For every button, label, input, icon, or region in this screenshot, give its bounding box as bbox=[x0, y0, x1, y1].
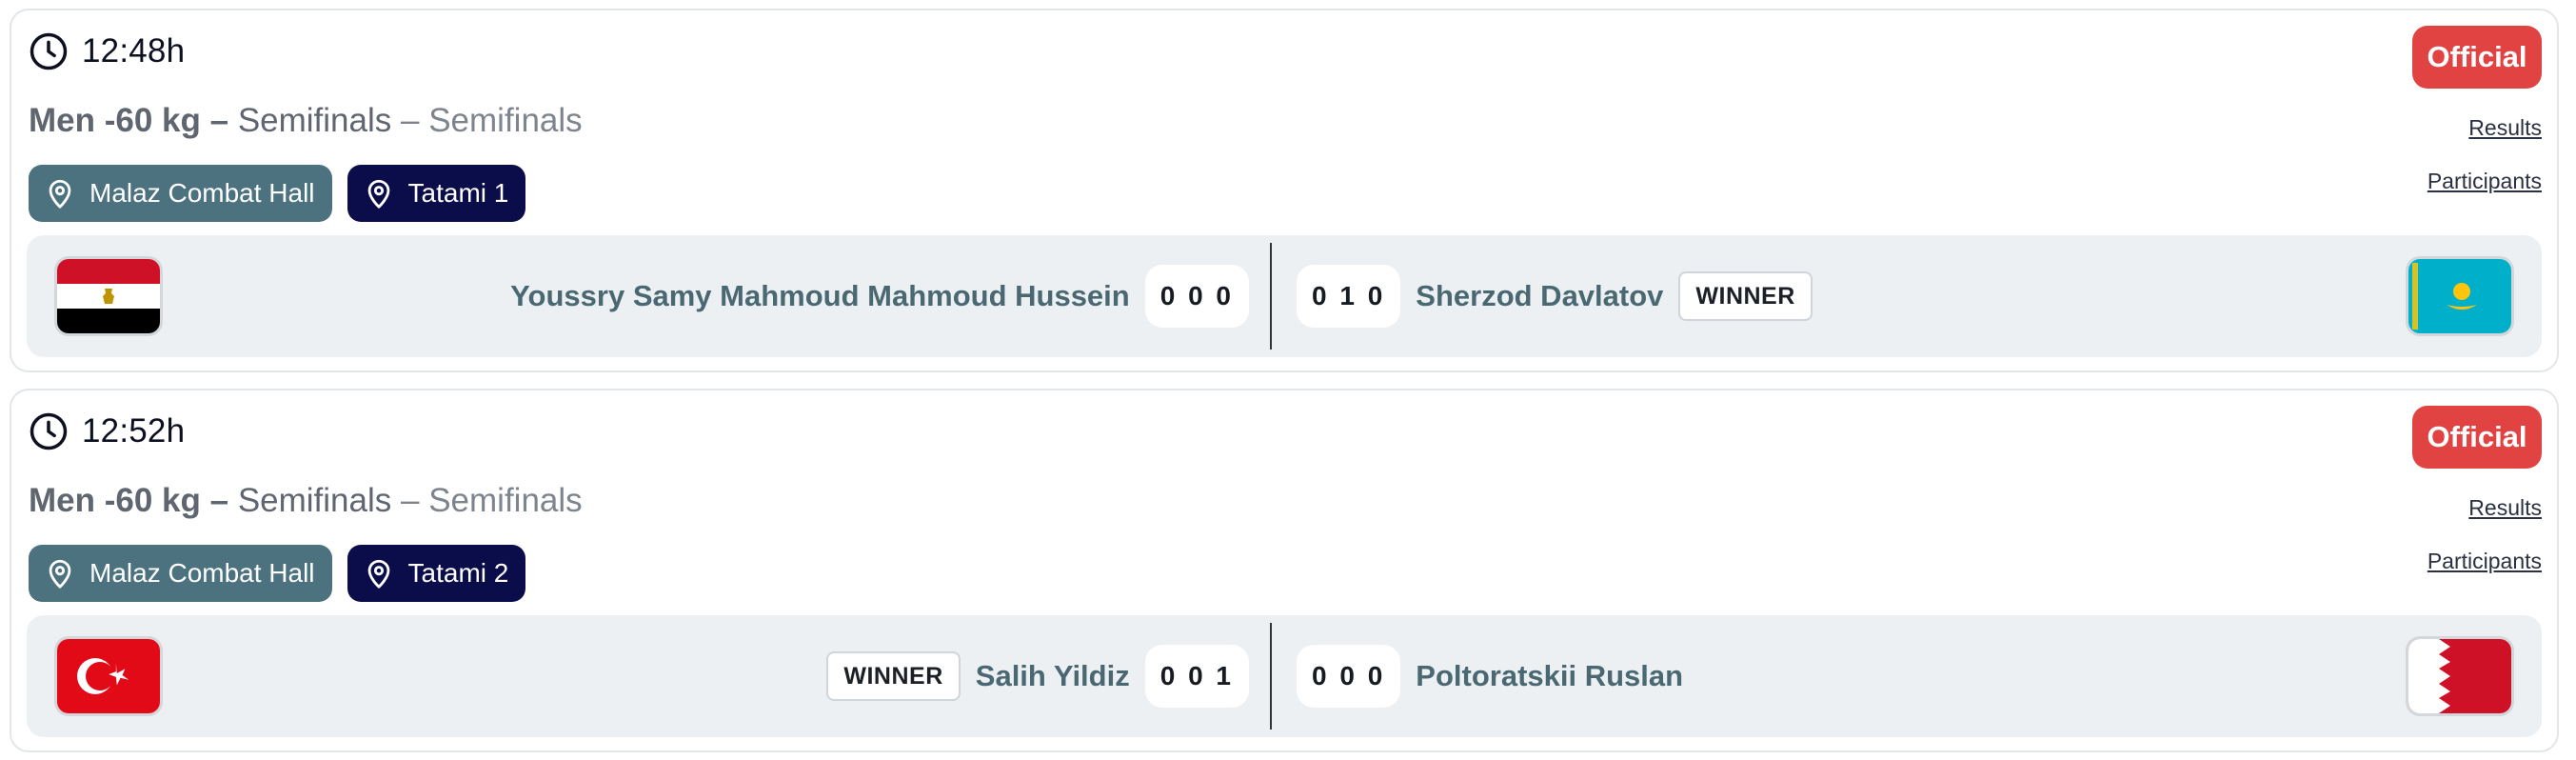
winner-badge: WINNER bbox=[1678, 271, 1813, 321]
fighter-name: Poltoratskii Ruslan bbox=[1416, 659, 1684, 692]
location-pin-icon bbox=[49, 559, 71, 589]
match-round: Semifinals bbox=[237, 102, 392, 139]
results-link[interactable]: Results bbox=[2468, 495, 2542, 521]
match-separator: – bbox=[401, 102, 420, 139]
match-bar: WINNER Salih Yildiz 0 0 1 0 0 0 Poltorat… bbox=[27, 615, 2542, 737]
tatami-label: Tatami 2 bbox=[407, 558, 509, 588]
location-pin-icon bbox=[49, 179, 71, 209]
status-badge: Official bbox=[2412, 406, 2542, 469]
venue-tag: Malaz Combat Hall bbox=[29, 545, 332, 602]
match-time-row: 12:52h bbox=[29, 411, 185, 451]
match-bar: Youssry Samy Mahmoud Mahmoud Hussein 0 0… bbox=[27, 235, 2542, 357]
fighter-score: 0 1 0 bbox=[1297, 265, 1401, 328]
venue-label: Malaz Combat Hall bbox=[89, 558, 315, 588]
fighter-left: Youssry Samy Mahmoud Mahmoud Hussein 0 0… bbox=[510, 235, 1249, 357]
participants-link[interactable]: Participants bbox=[2427, 169, 2542, 194]
kazakhstan-flag-icon bbox=[2408, 259, 2511, 333]
location-pin-icon bbox=[367, 179, 389, 209]
fighter-name: Sherzod Davlatov bbox=[1416, 279, 1664, 312]
match-subtitle: Men -60 kg – Semifinals – Semifinals bbox=[29, 482, 583, 520]
fighter-right: 0 0 0 Poltoratskii Ruslan bbox=[1297, 615, 1683, 737]
egypt-flag-icon bbox=[57, 259, 160, 333]
weight-category: Men -60 kg – bbox=[29, 482, 229, 519]
match-time: 12:52h bbox=[82, 412, 186, 450]
clock-icon bbox=[30, 412, 68, 450]
match-card: 12:48h Men -60 kg – Semifinals – Semifin… bbox=[10, 9, 2559, 372]
venue-label: Malaz Combat Hall bbox=[89, 178, 315, 208]
venue-tag: Malaz Combat Hall bbox=[29, 165, 332, 222]
status-badge: Official bbox=[2412, 26, 2542, 89]
fighter-left: WINNER Salih Yildiz 0 0 1 bbox=[826, 615, 1249, 737]
winner-badge: WINNER bbox=[826, 651, 961, 701]
bahrain-flag-icon bbox=[2408, 639, 2511, 713]
location-tags: Malaz Combat Hall Tatami 1 bbox=[29, 165, 526, 222]
match-time-row: 12:48h bbox=[29, 31, 185, 71]
match-divider bbox=[1270, 243, 1272, 350]
weight-category: Men -60 kg – bbox=[29, 102, 229, 139]
fighter-name: Youssry Samy Mahmoud Mahmoud Hussein bbox=[510, 279, 1130, 312]
tatami-tag: Tatami 2 bbox=[347, 545, 526, 602]
match-card: 12:52h Men -60 kg – Semifinals – Semifin… bbox=[10, 389, 2559, 752]
tatami-label: Tatami 1 bbox=[407, 178, 509, 208]
fighter-score: 0 0 0 bbox=[1144, 265, 1249, 328]
clock-icon bbox=[30, 32, 68, 70]
location-tags: Malaz Combat Hall Tatami 2 bbox=[29, 545, 526, 602]
fighter-name: Salih Yildiz bbox=[975, 659, 1130, 692]
match-time: 12:48h bbox=[82, 32, 186, 70]
fighter-score: 0 0 0 bbox=[1297, 645, 1401, 708]
match-subtitle: Men -60 kg – Semifinals – Semifinals bbox=[29, 102, 583, 140]
match-phase: Semifinals bbox=[428, 482, 583, 519]
fighter-right: 0 1 0 Sherzod Davlatov WINNER bbox=[1297, 235, 1813, 357]
match-phase: Semifinals bbox=[428, 102, 583, 139]
turkey-flag-icon bbox=[57, 639, 160, 713]
location-pin-icon bbox=[367, 559, 389, 589]
fighter-score: 0 0 1 bbox=[1144, 645, 1249, 708]
results-link[interactable]: Results bbox=[2468, 115, 2542, 141]
participants-link[interactable]: Participants bbox=[2427, 549, 2542, 574]
match-separator: – bbox=[401, 482, 420, 519]
tatami-tag: Tatami 1 bbox=[347, 165, 526, 222]
match-round: Semifinals bbox=[237, 482, 392, 519]
match-divider bbox=[1270, 623, 1272, 730]
